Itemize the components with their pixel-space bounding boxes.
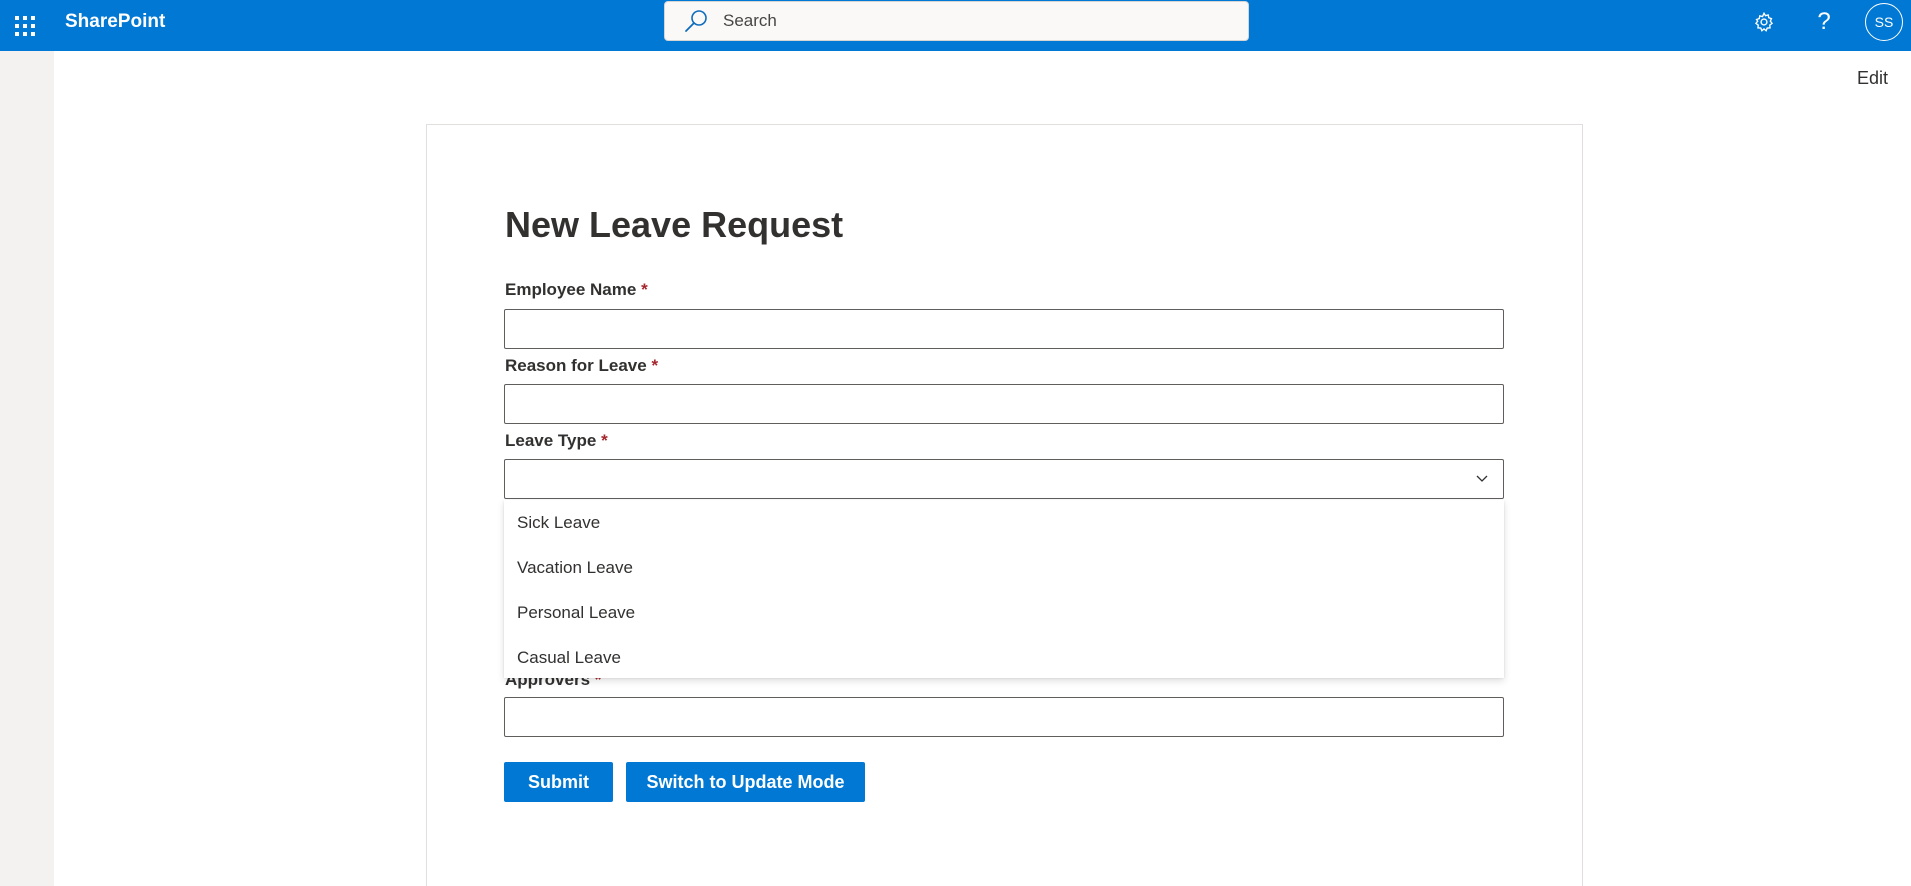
required-marker: * (601, 431, 608, 450)
help-icon[interactable]: ? (1800, 0, 1848, 43)
avatar[interactable]: SS (1865, 3, 1903, 41)
option-vacation-leave[interactable]: Vacation Leave (504, 545, 1504, 590)
employee-name-label-text: Employee Name (505, 280, 637, 299)
submit-button[interactable]: Submit (504, 762, 613, 802)
app-name[interactable]: SharePoint (65, 0, 165, 51)
leave-type-options-menu: Sick Leave Vacation Leave Personal Leave… (504, 500, 1504, 678)
leave-type-label-text: Leave Type (505, 431, 597, 450)
leave-type-label: Leave Type * (505, 431, 608, 451)
reason-field[interactable] (504, 384, 1504, 424)
required-marker: * (641, 280, 648, 299)
search-box[interactable]: Search (664, 1, 1249, 41)
option-casual-leave[interactable]: Casual Leave (504, 635, 1504, 680)
employee-name-field[interactable] (504, 309, 1504, 349)
leave-type-dropdown[interactable] (504, 459, 1504, 499)
employee-name-label: Employee Name * (505, 280, 648, 300)
gear-icon[interactable] (1740, 0, 1788, 43)
reason-label: Reason for Leave * (505, 356, 658, 376)
edit-page-button[interactable]: Edit (1857, 68, 1888, 89)
option-personal-leave[interactable]: Personal Leave (504, 590, 1504, 635)
approvers-field[interactable] (504, 697, 1504, 737)
switch-to-update-mode-button[interactable]: Switch to Update Mode (626, 762, 865, 802)
chevron-down-icon (1473, 469, 1491, 487)
app-launcher-icon[interactable] (0, 0, 49, 51)
required-marker: * (651, 356, 659, 375)
suite-bar: SharePoint Search ? SS (0, 0, 1911, 51)
search-icon (683, 8, 709, 34)
page-title: New Leave Request (505, 204, 844, 245)
option-sick-leave[interactable]: Sick Leave (504, 500, 1504, 545)
left-rail (0, 51, 54, 886)
search-placeholder: Search (723, 11, 777, 30)
reason-label-text: Reason for Leave (505, 356, 647, 375)
